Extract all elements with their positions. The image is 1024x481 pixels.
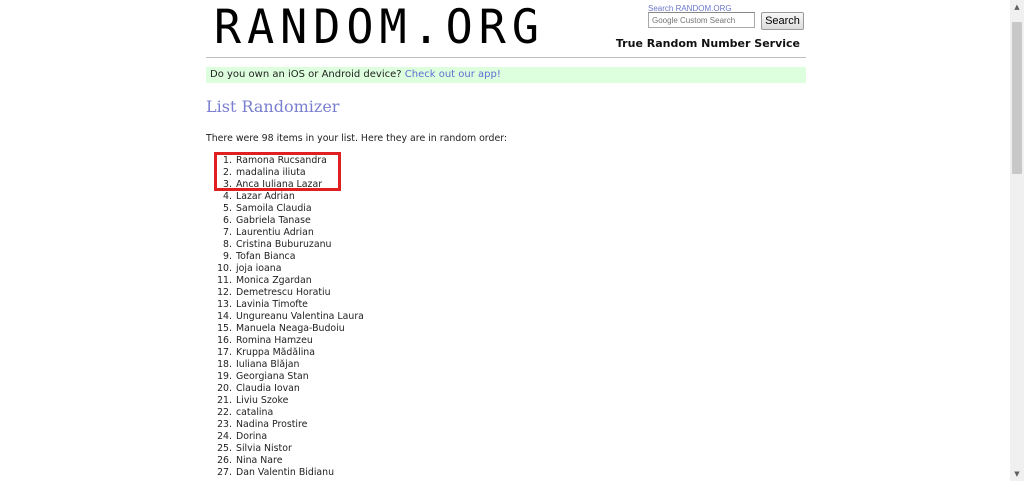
list-item: 12. Demetrescu Horatiu <box>206 287 364 299</box>
list-item-name: Lazar Adrian <box>236 191 295 202</box>
list-item: 19. Georgiana Stan <box>206 371 364 383</box>
list-item-number: 21. <box>217 395 232 406</box>
list-item-number: 26. <box>217 455 232 466</box>
list-item-name: Monica Zgardan <box>236 275 312 286</box>
list-item: 22. catalina <box>206 407 364 419</box>
list-item: 20. Claudia Iovan <box>206 383 364 395</box>
list-item-name: Iuliana Blăjan <box>236 359 300 370</box>
list-item: 24. Dorina <box>206 431 364 443</box>
list-item-name: Romina Hamzeu <box>236 335 313 346</box>
app-promo-banner: Do you own an iOS or Android device? Che… <box>206 67 806 83</box>
list-item-number: 18. <box>217 359 232 370</box>
list-item-number: 8. <box>223 239 232 250</box>
list-item: 25. Silvia Nistor <box>206 443 364 455</box>
promo-text: Do you own an iOS or Android device? <box>210 69 405 80</box>
list-item-number: 16. <box>217 335 232 346</box>
list-item-name: Claudia Iovan <box>236 383 300 394</box>
list-item-name: Liviu Szoke <box>236 395 289 406</box>
list-item-number: 17. <box>217 347 232 358</box>
list-item: 26. Nina Nare <box>206 455 364 467</box>
list-item-name: Ungureanu Valentina Laura <box>236 311 364 322</box>
header-divider <box>206 57 806 58</box>
list-item-name: Samoila Claudia <box>236 203 312 214</box>
list-item-name: Demetrescu Horatiu <box>236 287 331 298</box>
search-button[interactable]: Search <box>761 12 804 30</box>
list-item-number: 12. <box>217 287 232 298</box>
list-item-number: 20. <box>217 383 232 394</box>
list-item-number: 25. <box>217 443 232 454</box>
list-item-number: 9. <box>223 251 232 262</box>
list-item: 4. Lazar Adrian <box>206 191 364 203</box>
list-item-number: 10. <box>217 263 232 274</box>
list-item-number: 19. <box>217 371 232 382</box>
list-item-name: Nadina Prostire <box>236 419 308 430</box>
site-search: Search RANDOM.ORG Search <box>648 4 808 30</box>
list-item-number: 13. <box>217 299 232 310</box>
list-item-name: catalina <box>236 407 274 418</box>
list-item-number: 7. <box>223 227 232 238</box>
scrollbar-thumb[interactable] <box>1012 22 1022 174</box>
list-item-name: Kruppa Mădălina <box>236 347 315 358</box>
list-item-number: 27. <box>217 467 232 478</box>
list-item: 18. Iuliana Blăjan <box>206 359 364 371</box>
tagline: True Random Number Service <box>615 37 800 50</box>
list-item-name: Laurentiu Adrian <box>236 227 314 238</box>
list-item-number: 5. <box>223 203 232 214</box>
list-item: 16. Romina Hamzeu <box>206 335 364 347</box>
list-item-number: 14. <box>217 311 232 322</box>
list-item: 8. Cristina Buburuzanu <box>206 239 364 251</box>
list-item-number: 15. <box>217 323 232 334</box>
list-item-name: Dorina <box>236 431 268 442</box>
random-org-logo[interactable]: RANDOM.ORG <box>214 1 554 52</box>
list-item: 11. Monica Zgardan <box>206 275 364 287</box>
list-item-number: 23. <box>217 419 232 430</box>
list-item-number: 22. <box>217 407 232 418</box>
list-item-name: Cristina Buburuzanu <box>236 239 332 250</box>
list-item: 17. Kruppa Mădălina <box>206 347 364 359</box>
list-item-name: Manuela Neaga-Budoiu <box>236 323 345 334</box>
promo-app-link[interactable]: Check out our app! <box>405 69 501 80</box>
list-item-name: joja ioana <box>236 263 282 274</box>
list-item-number: 11. <box>217 275 232 286</box>
list-item: 23. Nadina Prostire <box>206 419 364 431</box>
scroll-down-arrow-icon[interactable]: ▼ <box>1010 467 1024 481</box>
list-item-name: Silvia Nistor <box>236 443 292 454</box>
list-item: 27. Dan Valentin Bidianu <box>206 467 364 479</box>
list-item: 14. Ungureanu Valentina Laura <box>206 311 364 323</box>
list-item: 7. Laurentiu Adrian <box>206 227 364 239</box>
highlight-box <box>214 152 341 191</box>
list-item: 10. joja ioana <box>206 263 364 275</box>
list-item: 21. Liviu Szoke <box>206 395 364 407</box>
page-title: List Randomizer <box>206 97 340 116</box>
list-item: 6. Gabriela Tanase <box>206 215 364 227</box>
randomized-list: 1. Ramona Rucsandra 2. madalina iliuta 3. Anc… <box>206 155 364 479</box>
list-item-number: 4. <box>223 191 232 202</box>
list-item-number: 24. <box>217 431 232 442</box>
page-content: RANDOM.ORG Search RANDOM.ORG Search True… <box>206 0 806 481</box>
list-item: 5. Samoila Claudia <box>206 203 364 215</box>
list-item: 9. Tofan Bianca <box>206 251 364 263</box>
search-input[interactable] <box>648 12 755 28</box>
scroll-up-arrow-icon[interactable]: ▲ <box>1010 0 1024 14</box>
list-item-name: Georgiana Stan <box>236 371 309 382</box>
list-item-name: Tofan Bianca <box>236 251 296 262</box>
list-item-number: 6. <box>223 215 232 226</box>
list-item-name: Gabriela Tanase <box>236 215 311 226</box>
list-item: 15. Manuela Neaga-Budoiu <box>206 323 364 335</box>
vertical-scrollbar[interactable]: ▲ ▼ <box>1010 0 1024 481</box>
list-item-name: Dan Valentin Bidianu <box>236 467 335 478</box>
list-item-name: Nina Nare <box>236 455 283 466</box>
list-item: 13. Lavinia Timofte <box>206 299 364 311</box>
result-intro: There were 98 items in your list. Here t… <box>206 133 508 144</box>
list-item-name: Lavinia Timofte <box>236 299 308 310</box>
